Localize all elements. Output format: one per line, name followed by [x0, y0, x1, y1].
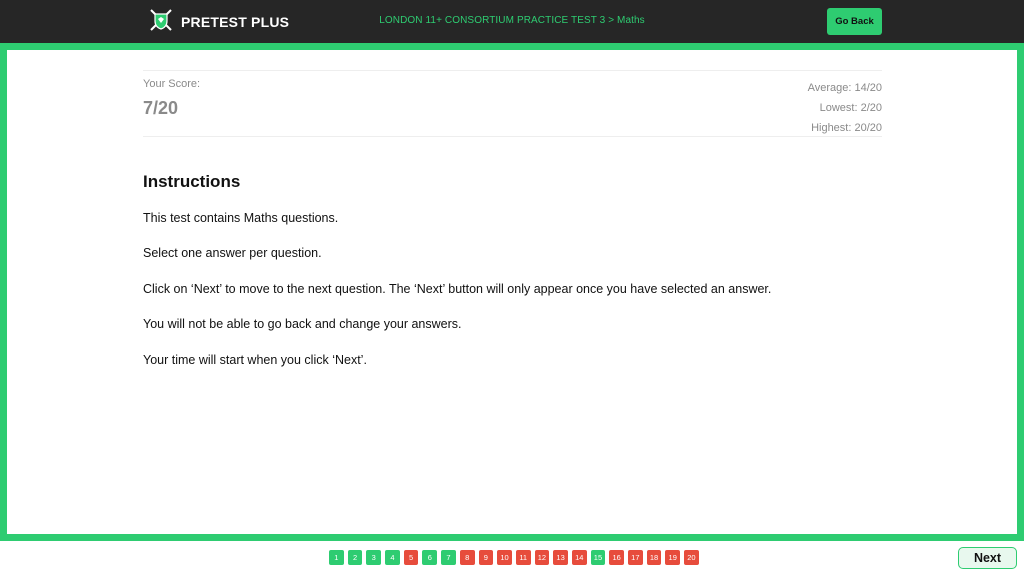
question-nav-item[interactable]: 2	[347, 550, 363, 565]
lowest-score: Lowest: 2/20	[819, 102, 882, 114]
question-nav-item[interactable]: 5	[403, 550, 419, 565]
question-nav-item[interactable]: 20	[684, 550, 699, 565]
instruction-line: Your time will start when you click ‘Nex…	[143, 353, 367, 367]
instruction-line: You will not be able to go back and chan…	[143, 317, 462, 331]
question-nav-item[interactable]: 12	[534, 550, 550, 565]
question-nav-item[interactable]: 9	[478, 550, 494, 565]
score-label: Your Score:	[143, 78, 201, 90]
instruction-line: Click on ‘Next’ to move to the next ques…	[143, 282, 772, 296]
question-nav-item[interactable]: 15	[590, 550, 606, 565]
next-button[interactable]: Next	[958, 547, 1017, 569]
score-panel: Your Score: 7/20 Average: 14/20 Lowest: …	[143, 70, 882, 137]
question-nav-item[interactable]: 14	[571, 550, 587, 565]
question-nav-item[interactable]: 18	[646, 550, 662, 565]
instruction-line: Select one answer per question.	[143, 246, 322, 260]
question-nav-item[interactable]: 16	[609, 550, 624, 565]
question-nav-item[interactable]: 7	[441, 550, 456, 565]
question-nav-item[interactable]: 13	[553, 550, 568, 565]
score-stats: Average: 14/20 Lowest: 2/20 Highest: 20/…	[808, 78, 882, 138]
instruction-line: This test contains Maths questions.	[143, 211, 339, 225]
question-nav-item[interactable]: 19	[665, 550, 681, 565]
question-nav-item[interactable]: 8	[459, 550, 475, 565]
average-score: Average: 14/20	[807, 82, 882, 94]
go-back-button[interactable]: Go Back	[827, 8, 882, 35]
question-navigator: 1 2 3 4 5 6 7 8 9 10 11 12 13 14 15 16 17 18 19 20	[329, 550, 699, 565]
question-nav-item[interactable]: 6	[422, 550, 438, 565]
question-nav-item[interactable]: 11	[515, 550, 531, 565]
question-nav-item[interactable]: 1	[329, 550, 344, 565]
instructions-title: Instructions	[143, 172, 241, 191]
question-nav-item[interactable]: 17	[628, 550, 643, 565]
score-value: 7/20	[143, 98, 179, 118]
highest-score: Highest: 20/20	[811, 122, 882, 134]
question-nav-item[interactable]: 4	[385, 550, 400, 565]
question-nav-item[interactable]: 10	[497, 550, 512, 565]
question-nav-item[interactable]: 3	[366, 550, 382, 565]
top-bar: PRETEST PLUS LONDON 11+ CONSORTIUM PRACT…	[0, 0, 1024, 43]
